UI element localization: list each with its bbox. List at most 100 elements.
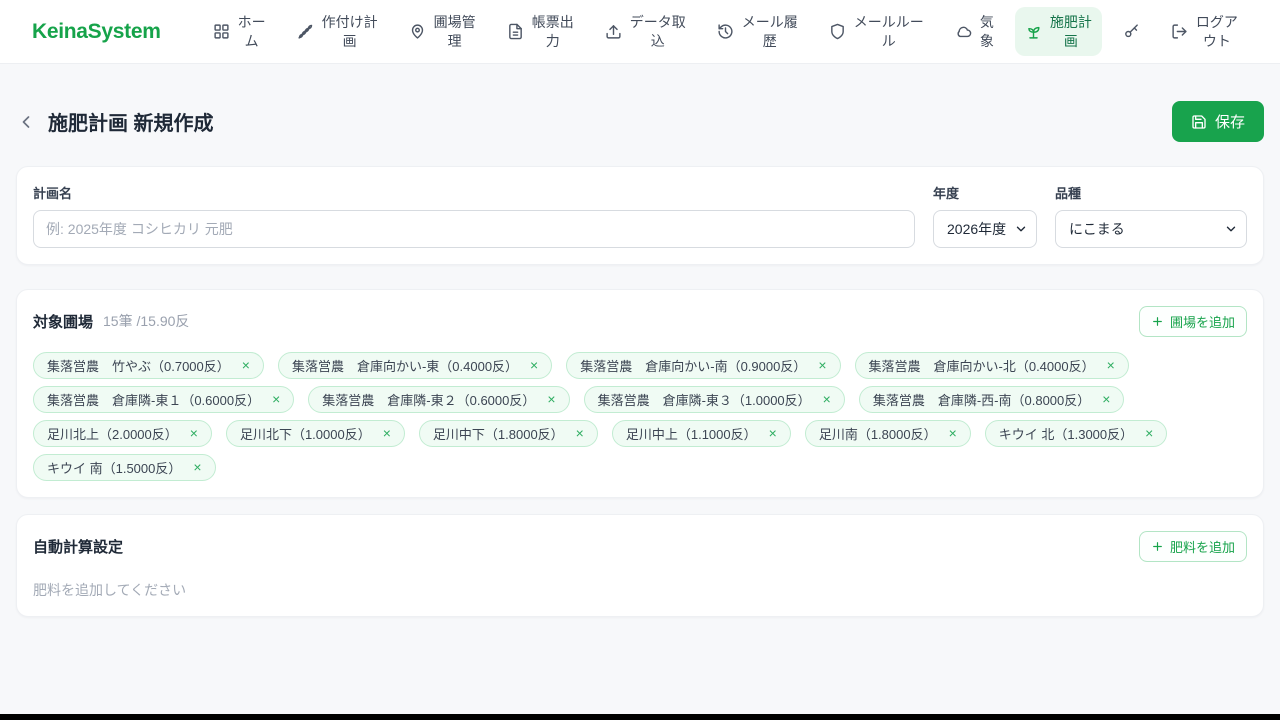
- save-icon: [1192, 115, 1206, 129]
- variety-field-group: 品種 にこまる: [1055, 183, 1247, 248]
- field-tag-label: 集落営農 倉庫隣-東３（1.0000反）: [597, 392, 811, 408]
- remove-field-button[interactable]: ×: [383, 426, 391, 440]
- plus-icon: [1153, 316, 1162, 326]
- grid-icon: [214, 24, 229, 39]
- remove-field-button[interactable]: ×: [949, 426, 957, 440]
- field-tag-label: 集落営農 倉庫隣-東２（0.6000反）: [322, 392, 536, 408]
- sprout-icon: [1028, 26, 1040, 39]
- field-tag-label: 足川北上（2.0000反）: [47, 426, 178, 442]
- nav-item-home[interactable]: ホー ム: [203, 7, 276, 55]
- wheat-icon: [298, 24, 312, 39]
- nav-label: メール履 歴: [741, 14, 798, 49]
- remove-field-button[interactable]: ×: [272, 392, 280, 406]
- remove-field-button[interactable]: ×: [769, 426, 777, 440]
- remove-field-button[interactable]: ×: [1145, 426, 1153, 440]
- remove-field-button[interactable]: ×: [530, 358, 538, 372]
- back-button[interactable]: [16, 112, 36, 132]
- remove-field-button[interactable]: ×: [1107, 358, 1115, 372]
- remove-field-button[interactable]: ×: [190, 426, 198, 440]
- nav-item-fertilization-plan[interactable]: 施肥計 画: [1014, 7, 1102, 56]
- map-pin-icon: [411, 24, 423, 39]
- field-tag: 集落営農 倉庫向かい-東（0.4000反） ×: [277, 351, 553, 379]
- field-tag-label: キウイ 南（1.5000反）: [47, 460, 182, 476]
- field-tag-label: 集落営農 倉庫向かい-東（0.4000反）: [291, 358, 519, 374]
- main-nav: ホー ム 作付け計 画 圃場管 理 帳票出 力 データ取 込 メール履 歴 メー…: [203, 7, 1248, 56]
- year-select[interactable]: 2026年度: [933, 209, 1037, 248]
- field-tag-label: 足川中下（1.8000反）: [432, 426, 564, 442]
- field-tag: 集落営農 倉庫隣-東２（0.6000反） ×: [308, 385, 570, 413]
- plan-name-input[interactable]: [33, 209, 915, 248]
- nav-item-mail-history[interactable]: メール履 歴: [707, 7, 808, 55]
- fertilizer-empty-message: 肥料を追加してください: [33, 581, 187, 598]
- nav-item-password[interactable]: [1113, 17, 1150, 46]
- document-icon: [508, 23, 522, 40]
- remove-field-button[interactable]: ×: [242, 358, 250, 372]
- app-logo: KeinaSystem: [32, 19, 161, 43]
- key-icon: [1125, 24, 1138, 38]
- field-tag-label: 集落営農 倉庫向かい-北（0.4000反）: [868, 358, 1095, 374]
- remove-field-button[interactable]: ×: [576, 426, 584, 440]
- field-tag-label: 集落営農 倉庫隣-東１（0.6000反）: [47, 392, 261, 408]
- nav-label: データ取 込: [629, 14, 686, 49]
- field-tag-list: 集落営農 竹やぶ（0.7000反） × 集落営農 倉庫向かい-東（0.4000反）…: [33, 351, 1247, 481]
- add-field-button[interactable]: 圃場を追加: [1138, 305, 1247, 337]
- field-tag-label: 集落営農 倉庫向かい-南（0.9000反）: [580, 358, 807, 374]
- field-tag: 集落営農 倉庫向かい-南（0.9000反） ×: [566, 351, 841, 379]
- variety-select[interactable]: にこまる: [1055, 209, 1247, 248]
- nav-label: 施肥計 画: [1049, 14, 1092, 49]
- history-icon: [718, 24, 733, 39]
- field-tag: 集落営農 倉庫隣-東１（0.6000反） ×: [33, 385, 295, 413]
- remove-field-button[interactable]: ×: [193, 460, 201, 474]
- remove-field-button[interactable]: ×: [823, 392, 831, 406]
- field-tag: 集落営農 倉庫向かい-北（0.4000反） ×: [854, 351, 1129, 379]
- remove-field-button[interactable]: ×: [547, 392, 555, 406]
- shield-icon: [830, 23, 844, 40]
- field-tag-label: 足川南（1.8000反）: [818, 426, 937, 442]
- year-field-group: 年度 2026年度: [933, 183, 1037, 248]
- field-tag: キウイ 南（1.5000反） ×: [33, 453, 216, 481]
- field-tag: 集落営農 倉庫隣-西-南（0.8000反） ×: [858, 385, 1125, 413]
- field-tag: 足川中下（1.8000反） ×: [418, 419, 598, 447]
- plan-name-field-group: 計画名: [33, 183, 915, 248]
- year-label: 年度: [933, 185, 960, 201]
- nav-label: 気 象: [979, 14, 994, 49]
- nav-label: 圃場管 理: [433, 14, 476, 49]
- auto-calc-title: 自動計算設定: [33, 538, 124, 556]
- field-tag-label: 足川中上（1.1000反）: [625, 426, 757, 442]
- field-tag: キウイ 北（1.3000反） ×: [984, 419, 1168, 447]
- field-tag-label: 集落営農 竹やぶ（0.7000反）: [47, 358, 230, 374]
- nav-item-cropping-plan[interactable]: 作付け計 画: [287, 7, 388, 55]
- page-header: 施肥計画 新規作成 保存: [16, 94, 1264, 150]
- field-tag-label: 足川北下（1.0000反）: [239, 426, 371, 442]
- target-fields-summary: 15筆 /15.90反: [103, 313, 190, 330]
- nav-item-data-import[interactable]: データ取 込: [595, 7, 696, 55]
- field-tag-label: キウイ 北（1.3000反）: [998, 426, 1134, 442]
- upload-icon: [606, 25, 621, 39]
- remove-field-button[interactable]: ×: [1102, 392, 1110, 406]
- nav-label: 帳票出 力: [531, 14, 574, 49]
- chevron-left-icon: [22, 116, 30, 128]
- bottom-edge-bar: [0, 714, 1280, 720]
- top-navbar: KeinaSystem ホー ム 作付け計 画 圃場管 理 帳票出 力 データ取…: [0, 0, 1280, 64]
- nav-label: 作付け計 画: [321, 14, 378, 49]
- add-fertilizer-button[interactable]: 肥料を追加: [1138, 530, 1247, 562]
- nav-item-field-management[interactable]: 圃場管 理: [399, 7, 486, 55]
- field-tag-label: 集落営農 倉庫隣-西-南（0.8000反）: [872, 392, 1091, 408]
- nav-item-weather[interactable]: 気 象: [945, 7, 1004, 55]
- cloud-icon: [957, 26, 972, 38]
- add-fertilizer-button-label: 肥料を追加: [1169, 539, 1235, 555]
- target-fields-title: 対象圃場: [33, 313, 94, 331]
- save-button-label: 保存: [1214, 114, 1245, 132]
- remove-field-button[interactable]: ×: [818, 358, 826, 372]
- variety-label: 品種: [1055, 185, 1082, 201]
- field-tag: 足川北下（1.0000反） ×: [225, 419, 405, 447]
- auto-calc-card: 自動計算設定 肥料を追加 肥料を追加してください: [16, 513, 1264, 617]
- nav-item-logout[interactable]: ログア ウト: [1161, 7, 1248, 55]
- nav-item-report-output[interactable]: 帳票出 力: [497, 7, 584, 55]
- nav-label: ログア ウト: [1195, 14, 1238, 49]
- field-tag: 足川中上（1.1000反） ×: [611, 419, 791, 447]
- field-tag: 集落営農 竹やぶ（0.7000反） ×: [33, 351, 264, 379]
- save-button[interactable]: 保存: [1171, 101, 1264, 143]
- nav-item-mail-rules[interactable]: メールルー ル: [819, 7, 934, 55]
- page-title: 施肥計画 新規作成: [48, 113, 214, 136]
